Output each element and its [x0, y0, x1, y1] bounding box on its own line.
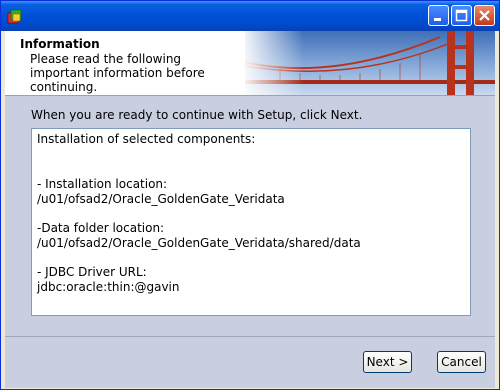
info-line: /u01/ofsad2/Oracle_GoldenGate_Veridata	[37, 192, 285, 206]
instruction-text: When you are ready to continue with Setu…	[31, 108, 363, 122]
wizard-body: When you are ready to continue with Setu…	[5, 96, 495, 336]
button-bar: Next > Cancel	[5, 336, 495, 388]
information-text-area[interactable]: Installation of selected components: - I…	[31, 128, 471, 316]
cancel-button[interactable]: Cancel	[437, 351, 486, 373]
info-line: Installation of selected components:	[37, 132, 256, 146]
golden-gate-bridge-image	[240, 31, 495, 95]
minimize-icon	[434, 18, 441, 21]
info-line: -Data folder location:	[37, 221, 165, 235]
info-line: /u01/ofsad2/Oracle_GoldenGate_Veridata/s…	[37, 236, 361, 250]
installer-window: Information Please read the following im…	[0, 0, 500, 390]
wizard-content: Information Please read the following im…	[5, 31, 495, 388]
close-icon	[479, 10, 490, 21]
page-description: Please read the following important info…	[30, 52, 205, 94]
maximize-icon	[455, 9, 468, 22]
page-title: Information	[20, 37, 100, 51]
minimize-button[interactable]	[428, 5, 449, 26]
info-line: jdbc:oracle:thin:@gavin	[37, 280, 180, 294]
info-line: - Installation location:	[37, 177, 168, 191]
title-bar[interactable]	[1, 1, 499, 31]
next-button[interactable]: Next >	[363, 351, 412, 373]
maximize-button[interactable]	[451, 5, 472, 26]
header-banner: Information Please read the following im…	[5, 31, 495, 96]
banner-text: Information Please read the following im…	[5, 31, 245, 95]
info-line: - JDBC Driver URL:	[37, 265, 147, 279]
close-button[interactable]	[474, 5, 495, 26]
installer-app-icon	[7, 9, 22, 24]
